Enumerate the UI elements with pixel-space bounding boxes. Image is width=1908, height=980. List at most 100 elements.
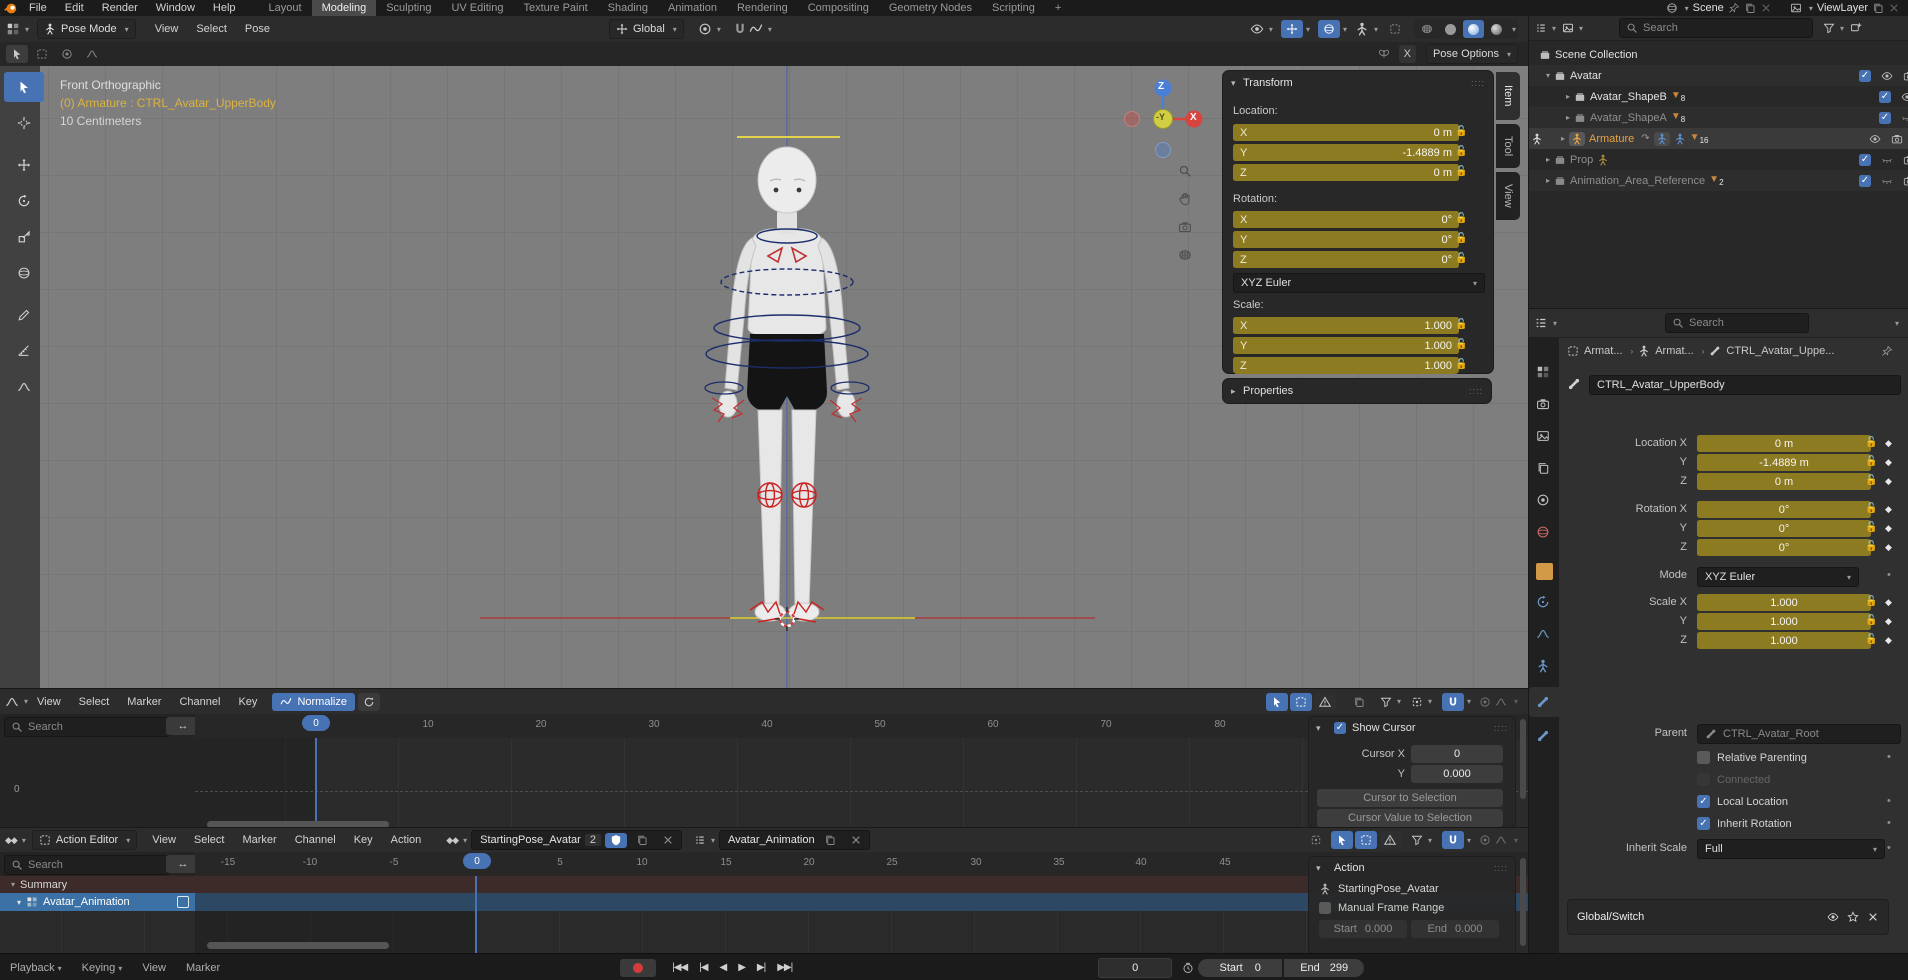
expand-icon[interactable]: ▸ bbox=[1566, 113, 1570, 122]
gizmo-z-label[interactable]: Z bbox=[1158, 81, 1164, 92]
copy-icon[interactable] bbox=[1744, 2, 1756, 14]
breadcrumb-object[interactable]: Armat... bbox=[1584, 345, 1623, 357]
keyframe-icon[interactable]: ◆ bbox=[1885, 542, 1892, 553]
camera-view-icon[interactable] bbox=[1178, 220, 1192, 234]
tool-measure[interactable] bbox=[4, 336, 44, 366]
eye-icon[interactable] bbox=[1827, 911, 1839, 923]
action-users-count[interactable]: 2 bbox=[585, 834, 601, 846]
menu-window[interactable]: Window bbox=[147, 2, 204, 14]
visibility-dropdown[interactable]: ▾ bbox=[1250, 22, 1273, 36]
keyframe-icon[interactable]: ◆ bbox=[1885, 597, 1892, 608]
lock-icon[interactable]: 🔓 bbox=[1455, 126, 1467, 137]
dope-menu-channel[interactable]: Channel bbox=[286, 834, 345, 846]
dope-editor-type-button[interactable]: ◆◆▾ bbox=[5, 835, 26, 846]
workspace-tab-layout[interactable]: Layout bbox=[259, 0, 312, 16]
local-location-row[interactable]: ✓ Local Location bbox=[1697, 795, 1788, 808]
expand-icon[interactable]: ▸ bbox=[1561, 134, 1565, 143]
frame-start-field[interactable]: Start0 bbox=[1198, 959, 1282, 977]
copy-icon[interactable] bbox=[1872, 2, 1884, 14]
show-cursor-checkbox[interactable]: ✓ bbox=[1334, 722, 1346, 734]
graph-select-cursor-button[interactable] bbox=[1266, 693, 1288, 711]
dope-extra-icon[interactable] bbox=[1305, 831, 1327, 849]
view-menu[interactable]: View bbox=[132, 962, 176, 974]
normalize-toggle[interactable]: Normalize bbox=[272, 693, 355, 711]
local-location-checkbox[interactable]: ✓ bbox=[1697, 795, 1710, 808]
jump-to-end-button[interactable]: ▶▶| bbox=[771, 962, 798, 973]
rotation-y-field[interactable]: Y0° bbox=[1233, 231, 1459, 248]
tab-tool-icon[interactable] bbox=[1536, 365, 1550, 382]
menu-render[interactable]: Render bbox=[93, 2, 147, 14]
tool-cursor[interactable] bbox=[4, 108, 44, 138]
navigation-gizmo[interactable]: Z X -Y bbox=[1118, 74, 1208, 164]
jump-to-start-button[interactable]: |◀◀ bbox=[666, 962, 693, 973]
dope-search-input[interactable]: Search bbox=[4, 855, 170, 875]
remove-icon[interactable] bbox=[1867, 911, 1879, 923]
menu-file[interactable]: File bbox=[20, 2, 56, 14]
outliner-display-mode-button[interactable]: ▾ bbox=[1562, 22, 1583, 34]
keyframe-icon[interactable]: ◆ bbox=[1885, 616, 1892, 627]
outliner-editor-type-button[interactable]: ▾ bbox=[1535, 22, 1556, 34]
zoom-tool-icon[interactable] bbox=[1178, 164, 1192, 178]
eye-icon[interactable] bbox=[1901, 91, 1908, 103]
cursor-y-field[interactable]: 0.000 bbox=[1411, 765, 1503, 783]
inherit-rotation-checkbox[interactable]: ✓ bbox=[1697, 817, 1710, 830]
gizmo-neg-y-label[interactable]: -Y bbox=[1156, 112, 1165, 122]
auto-keying-record-button[interactable] bbox=[620, 959, 656, 977]
blender-logo-icon[interactable] bbox=[0, 2, 20, 15]
graph-editor-type-button[interactable]: ▾ bbox=[5, 695, 28, 709]
gizmo-x-label[interactable]: X bbox=[1190, 112, 1197, 123]
tab-world-icon[interactable] bbox=[1536, 525, 1550, 542]
prop-scale-y[interactable]: 1.000 bbox=[1697, 613, 1871, 630]
keyframe-icon[interactable]: ◆ bbox=[1885, 523, 1892, 534]
outliner-search-input[interactable]: Search bbox=[1619, 18, 1813, 38]
pose-mirror-x-icon[interactable] bbox=[1373, 45, 1395, 63]
fake-user-shield-button[interactable] bbox=[605, 833, 627, 848]
location-z-field[interactable]: Z0 m bbox=[1233, 164, 1459, 181]
keyframe-icon[interactable]: ◆ bbox=[1885, 438, 1892, 449]
expand-icon[interactable]: ▾ bbox=[1546, 71, 1550, 80]
lock-icon[interactable]: 🔓 bbox=[1455, 233, 1467, 244]
outliner-filter-button[interactable]: ▾ bbox=[1823, 22, 1844, 34]
rotation-x-field[interactable]: X0° bbox=[1233, 211, 1459, 228]
rotation-mode-dropdown[interactable]: XYZ Euler▾ bbox=[1233, 273, 1485, 293]
select-mode-box-button[interactable] bbox=[31, 45, 53, 63]
outliner-row-animation-area-reference[interactable]: ▸ Animation_Area_Reference ▼2 ✓ bbox=[1529, 170, 1908, 191]
rotation-z-field[interactable]: Z0° bbox=[1233, 251, 1459, 268]
dope-mode-dropdown[interactable]: Action Editor▾ bbox=[32, 830, 137, 850]
gizmo-toggle[interactable] bbox=[1281, 20, 1303, 38]
workspace-tab-shading[interactable]: Shading bbox=[598, 0, 658, 16]
camera-icon[interactable] bbox=[1903, 175, 1908, 187]
unlink-action-button[interactable] bbox=[657, 833, 679, 848]
breadcrumb-bone[interactable]: CTRL_Avatar_Uppe... bbox=[1726, 345, 1834, 357]
workspace-tab-modeling[interactable]: Modeling bbox=[312, 0, 377, 16]
viewport-menu-select[interactable]: Select bbox=[187, 23, 236, 35]
menu-edit[interactable]: Edit bbox=[56, 2, 93, 14]
select-mode-lasso-button[interactable] bbox=[81, 45, 103, 63]
graph-menu-view[interactable]: View bbox=[28, 696, 70, 708]
outliner-row-avatar[interactable]: ▾ Avatar ✓ bbox=[1529, 65, 1908, 86]
keyframe-icon[interactable]: ◆ bbox=[1885, 476, 1892, 487]
prop-location-x[interactable]: 0 m bbox=[1697, 435, 1871, 452]
exclude-checkbox[interactable]: ✓ bbox=[1879, 91, 1891, 103]
graph-menu-select[interactable]: Select bbox=[70, 696, 119, 708]
tool-move[interactable] bbox=[4, 150, 44, 180]
scale-x-field[interactable]: X1.000 bbox=[1233, 317, 1459, 334]
lock-icon[interactable]: 🔓 bbox=[1455, 166, 1467, 177]
lock-icon[interactable]: 🔓 bbox=[1455, 359, 1467, 370]
graph-playhead-line[interactable] bbox=[315, 738, 317, 828]
prop-rotation-x[interactable]: 0° bbox=[1697, 501, 1871, 518]
new-collection-button[interactable] bbox=[1850, 21, 1862, 36]
xray-toggle[interactable] bbox=[1384, 20, 1406, 38]
select-mode-tweak-button[interactable] bbox=[6, 45, 28, 63]
dope-menu-marker[interactable]: Marker bbox=[233, 834, 285, 846]
shading-rendered-button[interactable] bbox=[1486, 20, 1507, 38]
prop-location-z[interactable]: 0 m bbox=[1697, 473, 1871, 490]
eye-closed-icon[interactable] bbox=[1881, 154, 1893, 166]
relative-parenting-checkbox[interactable] bbox=[1697, 751, 1710, 764]
camera-icon[interactable] bbox=[1903, 154, 1908, 166]
copy-icon[interactable] bbox=[819, 833, 841, 848]
dope-playhead-line[interactable] bbox=[475, 876, 477, 954]
eye-closed-icon[interactable] bbox=[1881, 175, 1893, 187]
dope-menu-view[interactable]: View bbox=[143, 834, 185, 846]
exclude-checkbox[interactable]: ✓ bbox=[1859, 70, 1871, 82]
